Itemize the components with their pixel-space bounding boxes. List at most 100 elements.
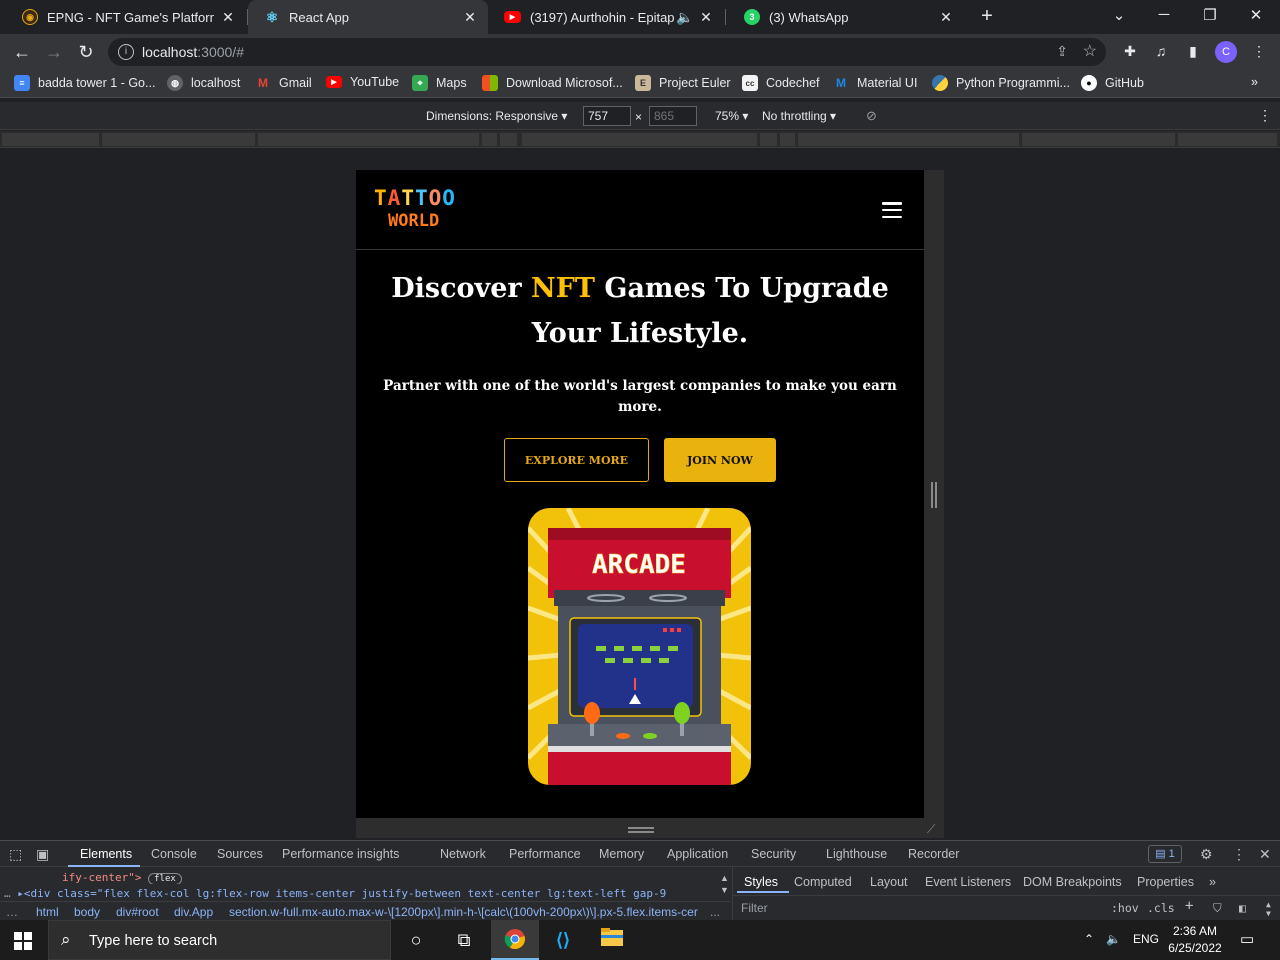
settings-gear-icon[interactable]: ⚙ — [1200, 846, 1213, 863]
device-toggle-icon[interactable]: ▣ — [36, 846, 49, 863]
close-window-button[interactable]: ✕ — [1245, 6, 1267, 24]
dom-line[interactable]: ify-center"> flex — [62, 871, 182, 884]
bookmark-item[interactable]: ⌖ Maps — [412, 75, 467, 91]
tab-network[interactable]: Network — [440, 847, 486, 861]
url-text[interactable]: localhost:3000/# — [142, 44, 244, 60]
join-now-button[interactable]: JOIN NOW — [664, 438, 776, 482]
ruler-segment[interactable] — [258, 133, 480, 146]
width-input[interactable]: 757 — [583, 106, 631, 126]
tab-whatsapp[interactable]: 3 (3) WhatsApp ✕ — [728, 0, 964, 34]
bookmark-item[interactable]: ◍ localhost — [167, 75, 240, 91]
logo[interactable]: TATTOO WORLD — [374, 188, 456, 230]
cls-toggle[interactable]: .cls — [1147, 901, 1175, 915]
tab-recorder[interactable]: Recorder — [908, 847, 959, 861]
minimize-button[interactable]: ─ — [1153, 6, 1175, 23]
styles-filter-input[interactable]: Filter — [741, 901, 768, 915]
breadcrumb-item[interactable]: div.App — [174, 905, 213, 919]
ruler-segment[interactable] — [522, 133, 758, 146]
ruler-segment[interactable] — [482, 133, 498, 146]
dimensions-dropdown[interactable]: Dimensions: Responsive ▾ — [426, 109, 567, 123]
breadcrumb-more[interactable]: ... — [710, 905, 720, 919]
media-control-icon[interactable]: ♫ — [1152, 43, 1170, 61]
ruler-segment[interactable] — [102, 133, 256, 146]
more-bookmarks-chevron-icon[interactable]: » — [1251, 75, 1258, 89]
devtools-kebab-icon[interactable]: ⋮ — [1232, 846, 1246, 863]
tab-properties[interactable]: Properties — [1137, 875, 1194, 889]
tab-memory[interactable]: Memory — [599, 847, 644, 861]
tab-layout[interactable]: Layout — [870, 875, 908, 889]
volume-icon[interactable]: 🔈 — [1106, 932, 1121, 946]
breadcrumb-item[interactable]: section.w-full.mx-auto.max-w-\[1200px\].… — [229, 905, 705, 919]
breadcrumb-item[interactable]: div#root — [116, 905, 159, 919]
tab-computed[interactable]: Computed — [794, 875, 852, 889]
bookmark-item[interactable]: ≡ badda tower 1 - Go... — [14, 75, 155, 91]
tab-security[interactable]: Security — [751, 847, 796, 861]
inspect-element-icon[interactable]: ⬚ — [9, 846, 22, 863]
new-rule-plus-icon[interactable]: + — [1185, 898, 1193, 914]
hamburger-menu-icon[interactable] — [882, 202, 902, 218]
bookmark-item[interactable]: cc Codechef — [742, 75, 820, 91]
share-icon[interactable]: ⇪ — [1056, 43, 1068, 60]
ruler-segment[interactable] — [1022, 133, 1176, 146]
tab-application[interactable]: Application — [667, 847, 728, 861]
close-icon[interactable]: ✕ — [938, 9, 954, 26]
tab-event-listeners[interactable]: Event Listeners — [925, 875, 1011, 889]
address-bar[interactable]: i localhost:3000/# ⇪ ☆ — [108, 38, 1106, 66]
speaker-icon[interactable]: 🔈 — [676, 9, 693, 26]
bookmark-item[interactable]: E Project Euler — [635, 75, 731, 91]
taskbar-search-input[interactable]: ⌕ Type here to search — [48, 920, 391, 960]
chrome-icon[interactable] — [503, 928, 527, 952]
flex-badge[interactable]: flex — [148, 873, 182, 884]
resize-handle-right[interactable] — [931, 482, 937, 508]
bookmark-item[interactable]: M Material UI — [833, 75, 917, 91]
close-icon[interactable]: ✕ — [698, 9, 714, 26]
tab-search-chevron-icon[interactable]: ⌄ — [1108, 6, 1130, 24]
windows-start-icon[interactable] — [14, 932, 32, 950]
ruler-segment[interactable] — [780, 133, 796, 146]
close-devtools-icon[interactable]: ✕ — [1259, 846, 1271, 863]
explore-more-button[interactable]: EXPLORE MORE — [504, 438, 649, 482]
more-tabs-chevron-icon[interactable]: » — [1209, 875, 1216, 889]
close-icon[interactable]: ✕ — [220, 9, 236, 26]
rotate-disabled-icon[interactable]: ⊘ — [866, 108, 877, 124]
tab-react-app[interactable]: ⚛ React App ✕ — [248, 0, 488, 34]
height-input[interactable]: 865 — [649, 106, 697, 126]
breadcrumb-ellipsis[interactable]: … — [6, 905, 18, 919]
ruler-segment[interactable] — [798, 133, 1020, 146]
tab-elements[interactable]: Elements — [80, 847, 132, 861]
breadcrumb-item[interactable]: body — [74, 905, 100, 919]
bookmark-item[interactable]: Download Microsof... — [482, 75, 623, 91]
sidebar-toggle-icon[interactable]: ◧ — [1239, 901, 1246, 915]
tab-sources[interactable]: Sources — [217, 847, 263, 861]
back-button[interactable]: ← — [10, 40, 34, 64]
tab-epng[interactable]: ◉ EPNG - NFT Game's Platform || Ec ✕ — [6, 0, 246, 34]
tab-performance-insights[interactable]: Performance insights — [282, 847, 399, 861]
hov-toggle[interactable]: :hov — [1111, 901, 1139, 915]
resize-handle-corner[interactable]: ⟋ — [927, 822, 935, 837]
tab-console[interactable]: Console — [151, 847, 197, 861]
bookmark-item[interactable]: ▶ YouTube — [326, 75, 399, 89]
cortana-icon[interactable]: ○ — [404, 928, 428, 952]
breadcrumb-item[interactable]: html — [36, 905, 59, 919]
issues-badge[interactable]: ▤ 1 — [1148, 845, 1182, 863]
restore-button[interactable]: ❐ — [1199, 6, 1221, 24]
tab-performance[interactable]: Performance — [509, 847, 581, 861]
ruler-segment[interactable] — [1178, 133, 1278, 146]
task-view-icon[interactable]: ⧉ — [452, 928, 476, 952]
system-clock[interactable]: 2:36 AM 6/25/2022 — [1166, 923, 1224, 957]
forward-button[interactable]: → — [42, 40, 66, 64]
site-info-icon[interactable]: i — [118, 44, 134, 60]
menu-kebab-icon[interactable]: ⋮ — [1250, 43, 1268, 61]
bookmark-item[interactable]: ● GitHub — [1081, 75, 1144, 91]
ruler-segment[interactable] — [2, 133, 100, 146]
extensions-icon[interactable]: ✚ — [1121, 43, 1139, 61]
scroll-arrows-icon[interactable]: ▲ ▼ — [1266, 900, 1271, 918]
reload-button[interactable]: ↻ — [74, 40, 98, 64]
bookmark-star-icon[interactable]: ☆ — [1083, 41, 1097, 61]
new-tab-button[interactable]: + — [976, 6, 998, 28]
ruler-segment[interactable] — [760, 133, 778, 146]
tab-styles[interactable]: Styles — [744, 875, 778, 889]
avatar[interactable]: C — [1215, 41, 1237, 63]
language-indicator[interactable]: ENG — [1133, 932, 1159, 946]
tray-chevron-icon[interactable]: ⌃ — [1084, 932, 1094, 946]
